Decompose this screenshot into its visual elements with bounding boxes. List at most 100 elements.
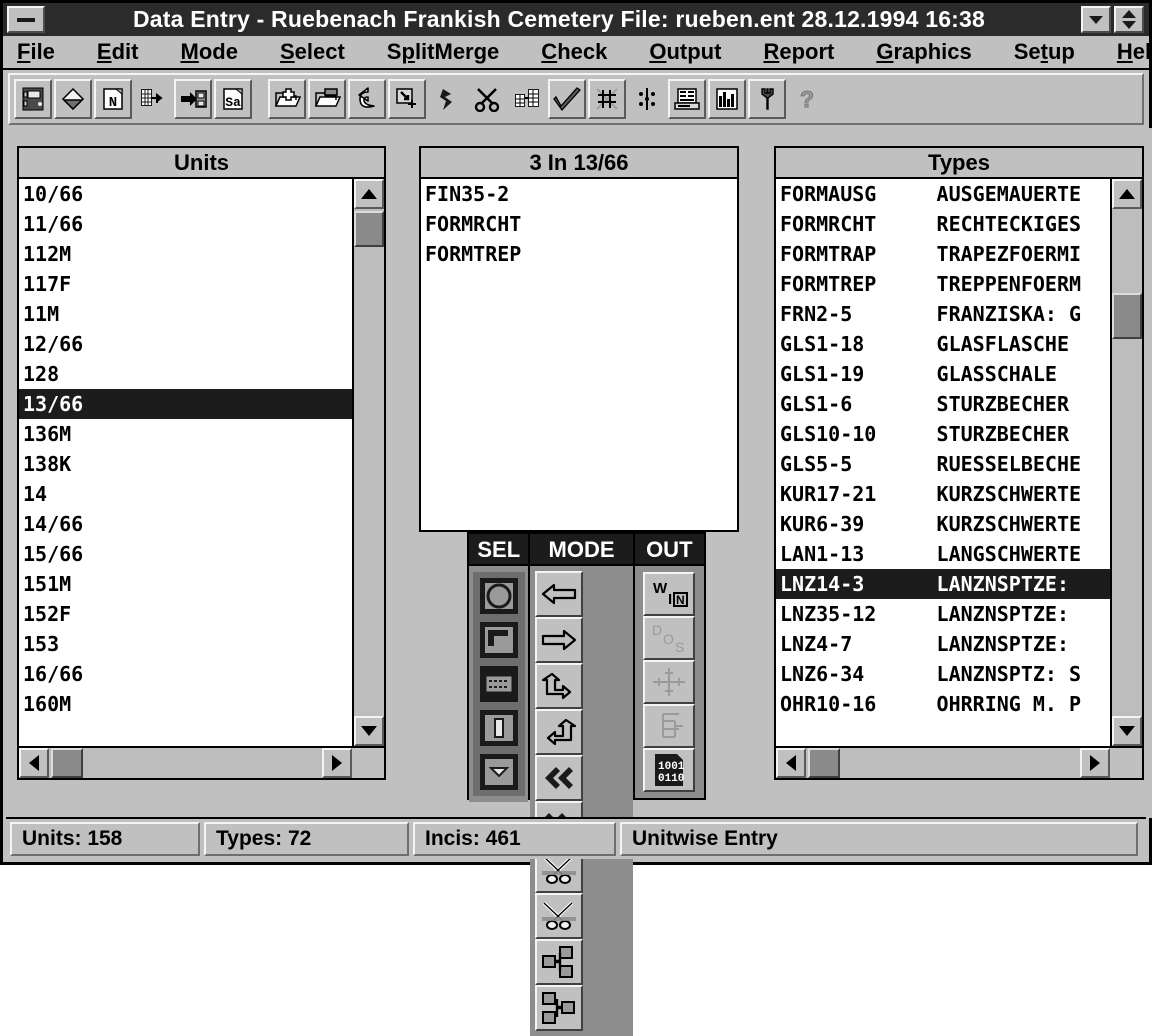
dendrogram-button[interactable] [643,704,696,748]
printer-button[interactable] [668,79,706,119]
types-hscroll-thumb[interactable] [808,748,840,778]
types-list-item[interactable]: GLS1-19 GLASSCHALE [776,359,1110,389]
menu-help[interactable]: Help [1117,39,1152,65]
add-selection-button[interactable] [388,79,426,119]
units-scroll-left-button[interactable] [19,748,49,778]
types-list-item[interactable]: GLS1-18 GLASFLASCHE [776,329,1110,359]
maximize-button[interactable] [1114,6,1144,33]
move-right-button[interactable] [535,617,584,663]
scissors-cut-button[interactable] [468,79,506,119]
menu-mode[interactable]: Mode [181,39,238,65]
units-list-item[interactable]: 13/66 [19,389,352,419]
correspondence-dots-button[interactable] [628,79,666,119]
types-list-item[interactable]: KUR17-21 KURZSCHWERTE [776,479,1110,509]
select-cell-button[interactable] [476,750,522,794]
move-left-button[interactable] [535,571,584,617]
units-list-item[interactable]: 16/66 [19,659,352,689]
open-folder-button[interactable] [308,79,346,119]
select-column-button[interactable] [476,706,522,750]
merge-blocks-left-button[interactable] [535,939,584,985]
menu-setup[interactable]: Setup [1014,39,1075,65]
binary-file-button[interactable]: 1001 0110 [643,748,696,792]
incidence-list-item[interactable]: FORMRCHT [421,209,737,239]
units-list-item[interactable]: 151M [19,569,352,599]
units-list-item[interactable]: 112M [19,239,352,269]
types-list-item[interactable]: FORMRCHT RECHTECKIGES [776,209,1110,239]
types-list-item[interactable]: LNZ6-34 LANZNSPTZ: S [776,659,1110,689]
units-scroll-right-button[interactable] [322,748,352,778]
units-list-item[interactable]: 128 [19,359,352,389]
types-list-item[interactable]: FORMTRAP TRAPEZFOERMI [776,239,1110,269]
add-record-folder-button[interactable] [268,79,306,119]
units-list-item[interactable]: 11M [19,299,352,329]
menu-graphics[interactable]: Graphics [876,39,971,65]
units-list-item[interactable]: 14 [19,479,352,509]
types-list-item[interactable]: GLS10-10 STURZBECHER [776,419,1110,449]
check-button[interactable] [548,79,586,119]
split-button[interactable] [428,79,466,119]
select-rows-button[interactable] [476,662,522,706]
units-horizontal-scrollbar[interactable] [19,746,384,778]
fast-left-button[interactable] [535,755,584,801]
types-vscroll-thumb[interactable] [1112,293,1142,339]
types-vscroll-track[interactable] [1112,209,1142,746]
bar-chart-button[interactable] [708,79,746,119]
menu-splitmerge[interactable]: SplitMerge [387,39,500,65]
types-scroll-left-button[interactable] [776,748,806,778]
units-vscroll-thumb[interactable] [354,211,384,247]
menu-edit[interactable]: Edit [97,39,139,65]
menu-output[interactable]: Output [649,39,721,65]
types-list[interactable]: FORMAUSG AUSGEMAUERTE FORMRCHT RECHTECKIG… [776,179,1110,746]
eraser-button[interactable] [54,79,92,119]
types-list-item[interactable]: LNZ14-3 LANZNSPTZE: [776,569,1110,599]
minimize-button[interactable] [7,6,45,33]
undo-button[interactable] [348,79,386,119]
units-list[interactable]: 10/66 11/66 112M 117F 11M 12/66 128 13/66 136M 13… [19,179,352,746]
types-vertical-scrollbar[interactable] [1110,179,1142,746]
units-scroll-up-button[interactable] [354,179,384,209]
save-file-button[interactable] [14,79,52,119]
types-list-item[interactable]: FORMTREP TREPPENFOERM [776,269,1110,299]
units-vscroll-track[interactable] [354,209,384,746]
types-list-item[interactable]: KUR6-39 KURZSCHWERTE [776,509,1110,539]
units-list-item[interactable]: 12/66 [19,329,352,359]
types-list-item[interactable]: OHR10-16 OHRRING M. P [776,689,1110,719]
types-scroll-right-button[interactable] [1080,748,1110,778]
split-scissors-right-button[interactable] [535,893,584,939]
merge-blocks-right-button[interactable] [535,985,584,1031]
units-vertical-scrollbar[interactable] [352,179,384,746]
types-list-item[interactable]: GLS1-6 STURZBECHER [776,389,1110,419]
units-list-item[interactable]: 136M [19,419,352,449]
select-rectangle-button[interactable] [476,618,522,662]
grid-insert-button[interactable] [134,79,172,119]
types-list-item[interactable]: FRN2-5 FRANZISKA: G [776,299,1110,329]
units-list-item[interactable]: 14/66 [19,509,352,539]
new-note-button[interactable]: N [94,79,132,119]
units-list-item[interactable]: 153 [19,629,352,659]
types-horizontal-scrollbar[interactable] [776,746,1142,778]
types-list-item[interactable]: GLS5-5 RUESSELBECHE [776,449,1110,479]
select-ellipse-button[interactable] [476,574,522,618]
types-scroll-up-button[interactable] [1112,179,1142,209]
types-hscroll-track[interactable] [806,748,1080,778]
seriation-grid-button[interactable] [588,79,626,119]
restore-button[interactable] [1081,6,1111,33]
rotate-up-right-button[interactable] [535,709,584,755]
units-list-item[interactable]: 152F [19,599,352,629]
units-list-item[interactable]: 10/66 [19,179,352,209]
units-list-item[interactable]: 138K [19,449,352,479]
units-list-item[interactable]: 160M [19,689,352,719]
windows-output-button[interactable]: W I N [643,572,696,616]
help-question-button[interactable]: ? [788,79,826,119]
wrench-setup-button[interactable] [748,79,786,119]
types-list-item[interactable]: LAN1-13 LANGSCHWERTE [776,539,1110,569]
units-list-item[interactable]: 117F [19,269,352,299]
incidence-list[interactable]: FIN35-2 FORMRCHT FORMTREP [421,179,737,530]
rotate-up-left-button[interactable] [535,663,584,709]
plot-crosshair-button[interactable] [643,660,696,704]
dos-output-button[interactable]: D O S [643,616,696,660]
menu-file[interactable]: File [17,39,55,65]
types-list-item[interactable]: LNZ4-7 LANZNSPTZE: [776,629,1110,659]
incidence-list-item[interactable]: FORMTREP [421,239,737,269]
units-scroll-down-button[interactable] [354,716,384,746]
